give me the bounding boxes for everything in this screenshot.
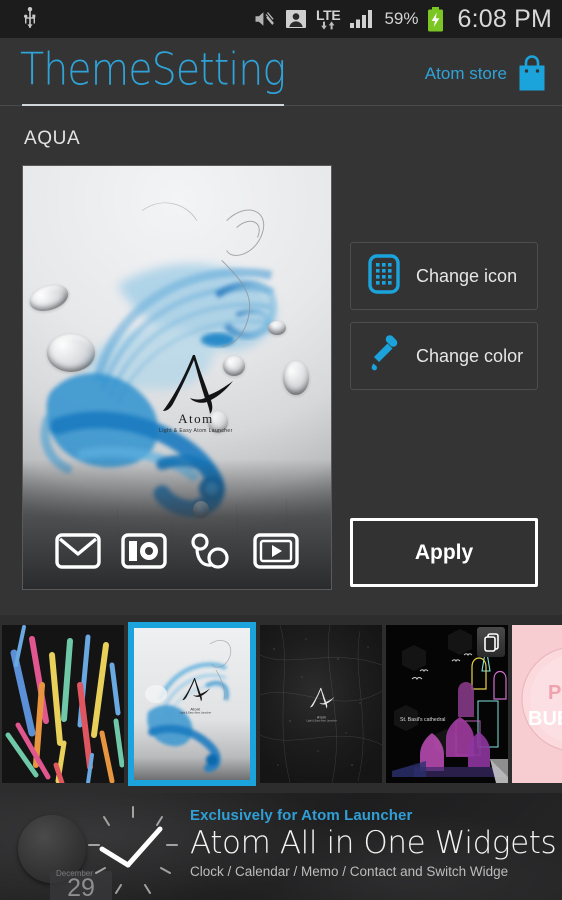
phone-icon[interactable] (187, 532, 233, 575)
lte-label: LTE (315, 7, 341, 23)
lte-data-icon: LTE (316, 8, 341, 30)
contact-icon (285, 9, 307, 29)
theme-name-label: AQUA (24, 128, 81, 149)
water-droplet (223, 356, 245, 376)
theme-thumbnail-strip[interactable]: Atom Light & Easy Atom Launcher Atom Lig… (0, 615, 562, 793)
ad-kicker: Exclusively for Atom Launcher (190, 807, 413, 824)
ad-banner[interactable]: December 29 Exclusively for Atom Launche… (0, 793, 562, 900)
svg-text:St. Basil's cathedral: St. Basil's cathedral (400, 717, 445, 723)
preview-dock (23, 532, 331, 575)
video-player-icon[interactable] (253, 533, 299, 574)
usb-icon (22, 7, 38, 31)
change-color-label: Change color (416, 345, 524, 366)
thumbnail-chalkboard-theme[interactable]: Atom Light & Easy Atom Launcher (260, 625, 382, 783)
change-icon-label: Change icon (416, 265, 518, 286)
water-droplet (268, 321, 286, 335)
thumbnail-sticks-theme[interactable] (2, 625, 124, 783)
camera-icon[interactable] (121, 533, 167, 574)
volume-muted-icon (254, 9, 276, 29)
status-bar-right: LTE 59% 6:08 PM (254, 5, 562, 34)
change-icon-button[interactable]: Change icon (350, 242, 538, 310)
svg-text:PI: PI (548, 682, 562, 704)
atom-store-button[interactable]: Atom store (425, 55, 548, 92)
theme-preview[interactable]: Atom Light & Easy Atom Launcher (22, 165, 332, 590)
theme-setting-screen: LTE 59% 6:08 PM ThemeSetting Atom store … (0, 0, 562, 900)
thumbnail-image: PI BUB (512, 625, 562, 783)
pages-icon (477, 627, 505, 657)
water-droplet (47, 334, 95, 372)
mail-icon[interactable] (55, 533, 101, 574)
thumbnail-aqua-theme[interactable]: Atom Light & Easy Atom Launcher (128, 622, 256, 786)
page-title: ThemeSetting (20, 44, 286, 96)
eyedropper-icon (368, 334, 400, 379)
icon-grid-icon (368, 253, 400, 299)
ad-title: Atom All in One Widgets (190, 825, 557, 861)
water-droplet (208, 411, 228, 433)
battery-charging-icon (427, 6, 444, 32)
status-bar-left (0, 7, 38, 31)
ad-subtitle: Clock / Calendar / Memo / Contact and Sw… (190, 864, 509, 879)
status-bar: LTE 59% 6:08 PM (0, 0, 562, 38)
page-title-part2: Setting (151, 44, 286, 96)
atom-store-label: Atom store (424, 63, 507, 83)
clock-label: 6:08 PM (457, 4, 552, 33)
signal-bars-icon (349, 9, 375, 29)
shopping-bag-icon (516, 55, 548, 92)
svg-text:BUB: BUB (528, 708, 562, 730)
thumbnail-atom-logo: Atom Light & Easy Atom Launcher (178, 675, 212, 714)
apply-label: Apply (414, 540, 474, 564)
thumbnail-cathedral-theme[interactable]: St. Basil's cathedral (386, 625, 508, 783)
thumbnail-pink-bubble-theme[interactable]: PI BUB (512, 625, 562, 783)
battery-percent-label: 59% (384, 9, 419, 28)
page-title-part1: Theme (20, 44, 153, 96)
ad-clock-widget (78, 801, 188, 900)
ad-text-block: Exclusively for Atom Launcher Atom All i… (190, 807, 557, 879)
thumbnail-atom-logo: Atom Light & Easy Atom Launcher (307, 686, 337, 723)
change-color-button[interactable]: Change color (350, 322, 538, 390)
apply-button[interactable]: Apply (350, 518, 538, 587)
water-droplet (283, 361, 309, 395)
thumbnail-image (2, 625, 124, 783)
header-title-underline (22, 104, 284, 106)
